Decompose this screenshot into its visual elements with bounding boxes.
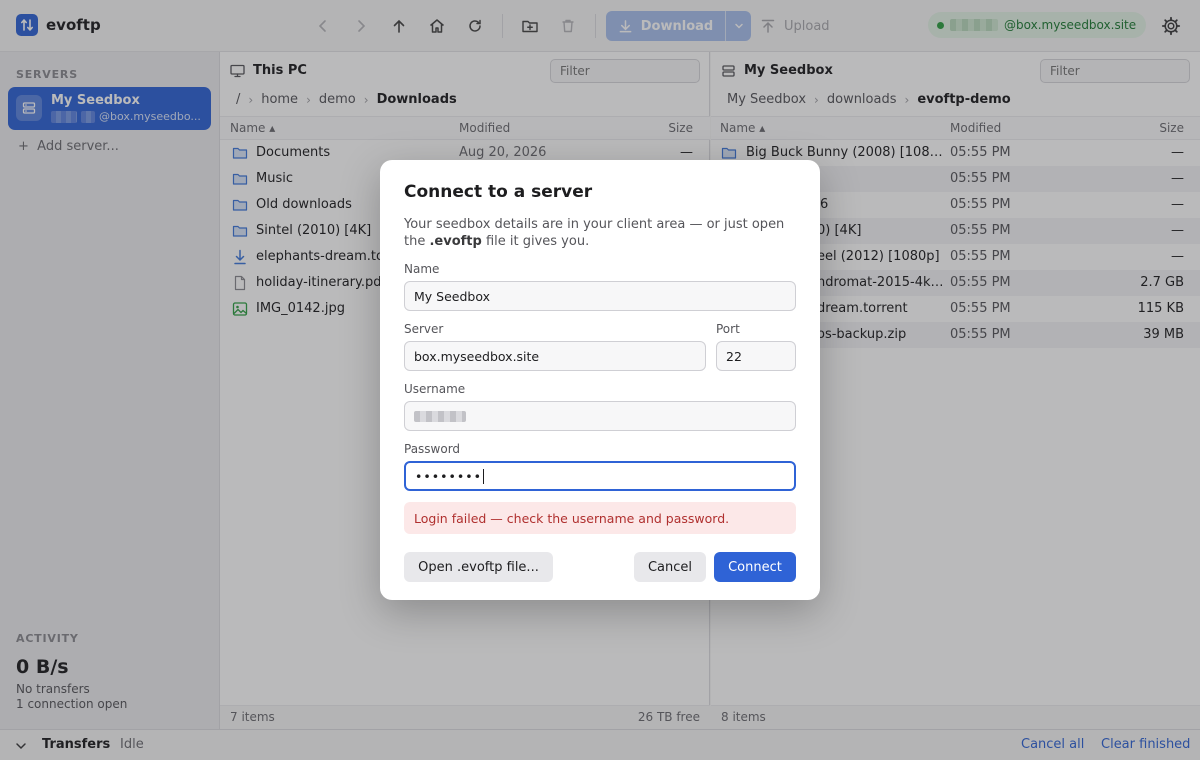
server-label: Server bbox=[404, 322, 444, 336]
open-evoftp-file-button[interactable]: Open .evoftp file... bbox=[404, 552, 553, 582]
dialog-description: Your seedbox details are in your client … bbox=[404, 216, 796, 250]
password-field-value: •••••••• bbox=[415, 468, 482, 484]
name-field[interactable]: My Seedbox bbox=[404, 281, 796, 311]
password-field[interactable]: •••••••• bbox=[404, 461, 796, 491]
dialog-title: Connect to a server bbox=[404, 182, 593, 202]
username-field[interactable] bbox=[404, 401, 796, 431]
name-field-value: My Seedbox bbox=[414, 288, 491, 304]
port-field-value: 22 bbox=[726, 348, 742, 364]
server-field[interactable]: box.myseedbox.site bbox=[404, 341, 706, 371]
port-field[interactable]: 22 bbox=[716, 341, 796, 371]
password-label: Password bbox=[404, 442, 461, 456]
redacted-username bbox=[414, 410, 466, 422]
connect-button[interactable]: Connect bbox=[714, 552, 796, 582]
username-label: Username bbox=[404, 382, 466, 396]
login-error-message: Login failed — check the username and pa… bbox=[404, 502, 796, 534]
dialog-desc-after: file it gives you. bbox=[481, 234, 590, 249]
name-label: Name bbox=[404, 262, 440, 276]
server-field-value: box.myseedbox.site bbox=[414, 348, 540, 364]
text-cursor bbox=[482, 468, 484, 484]
cancel-button[interactable]: Cancel bbox=[634, 552, 706, 582]
port-label: Port bbox=[716, 322, 740, 336]
connect-dialog: Connect to a server Your seedbox details… bbox=[380, 160, 820, 600]
dialog-desc-file: .evoftp bbox=[429, 234, 482, 249]
